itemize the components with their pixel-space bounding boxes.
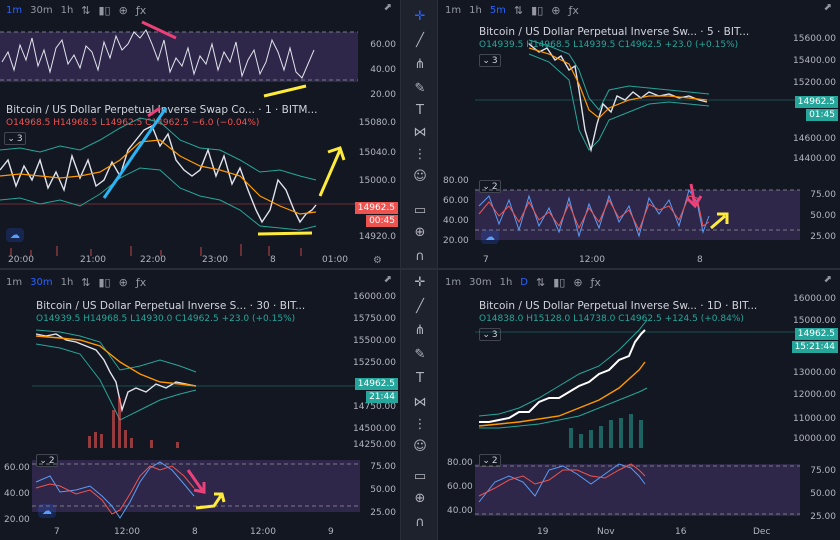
volume-bars — [88, 398, 179, 448]
crosshair-icon[interactable]: ✛ — [410, 6, 430, 26]
brush-icon[interactable]: ✎ — [410, 344, 430, 364]
osc-line-red — [478, 195, 710, 232]
price-line — [35, 333, 197, 413]
chart-drawing — [32, 329, 360, 519]
pink-arrow — [186, 469, 206, 494]
rsi-line — [1, 29, 315, 79]
zoom-icon[interactable]: ⊕ — [410, 488, 430, 508]
brush-icon[interactable]: ✎ — [410, 78, 430, 98]
pattern-icon[interactable]: ⋈ — [410, 392, 430, 412]
bb-lower — [528, 53, 710, 151]
fib-icon[interactable]: ⋔ — [410, 320, 430, 340]
osc-line-red — [478, 463, 646, 497]
osc-line-blue — [35, 461, 195, 519]
pattern-icon[interactable]: ⋈ — [410, 122, 430, 142]
ruler-icon[interactable]: ▭ — [410, 466, 430, 486]
volume-bars — [10, 244, 302, 256]
yellow-underline-price — [257, 231, 313, 236]
magnet-icon[interactable]: ∩ — [410, 246, 430, 266]
prediction-icon[interactable]: ⋮ — [410, 414, 430, 434]
ma-line — [35, 335, 197, 387]
pane-divider[interactable] — [0, 268, 840, 270]
ruler-icon[interactable]: ▭ — [410, 200, 430, 220]
prediction-icon[interactable]: ⋮ — [410, 144, 430, 164]
chart-drawing — [475, 319, 800, 515]
chart-pane-top-left[interactable]: 1m 30m 1h ⇅ ▮▯ ⊕ ƒx ⬈ 60.00 40.00 20.00 … — [0, 0, 400, 268]
pink-arrow — [685, 183, 703, 209]
text-icon[interactable]: T — [410, 100, 430, 120]
drawing-toolbar: ✛ ╱ ⋔ ✎ T ⋈ ⋮ ☺ ▭ ⊕ ∩ ✛ ╱ ⋔ ✎ T ⋈ ⋮ ☺ ▭ … — [400, 0, 438, 540]
chart-drawing — [0, 20, 358, 256]
chart-pane-bottom-right[interactable]: 1m 30m 1h D ⇅ ▮▯ ⊕ ƒx ⬈ Bitcoin / US Dol… — [439, 270, 840, 540]
blue-trendline — [102, 107, 168, 199]
text-icon[interactable]: T — [410, 368, 430, 388]
trendline-icon[interactable]: ╱ — [410, 30, 430, 50]
yellow-underline-rsi — [263, 84, 307, 98]
pink-mark-2 — [147, 106, 161, 118]
fib-icon[interactable]: ⋔ — [410, 54, 430, 74]
bb-upper — [0, 117, 317, 181]
volume-bars — [569, 414, 643, 448]
yellow-arrow — [318, 146, 346, 197]
ma-line — [528, 47, 708, 119]
emoji-icon[interactable]: ☺ — [410, 436, 430, 456]
bb-upper — [478, 319, 648, 417]
chart-pane-bottom-left[interactable]: 1m 30m 1h ⇅ ▮▯ ⊕ ƒx ⬈ Bitcoin / US Dolla… — [0, 270, 400, 540]
price-line — [479, 329, 646, 423]
chart-pane-top-right[interactable]: 1m 1h 5m ⇅ ▮▯ ⊕ ƒx ⬈ Bitcoin / US Dollar… — [439, 0, 840, 268]
osc-line-red — [35, 465, 195, 515]
ma-line — [478, 361, 646, 427]
emoji-icon[interactable]: ☺ — [410, 166, 430, 186]
zoom-icon[interactable]: ⊕ — [410, 222, 430, 242]
trendline-icon[interactable]: ╱ — [410, 296, 430, 316]
crosshair-icon[interactable]: ✛ — [410, 272, 430, 292]
pink-mark — [141, 20, 177, 40]
magnet-icon[interactable]: ∩ — [410, 512, 430, 532]
chart-drawing — [475, 39, 800, 238]
yellow-arrow — [710, 212, 729, 230]
